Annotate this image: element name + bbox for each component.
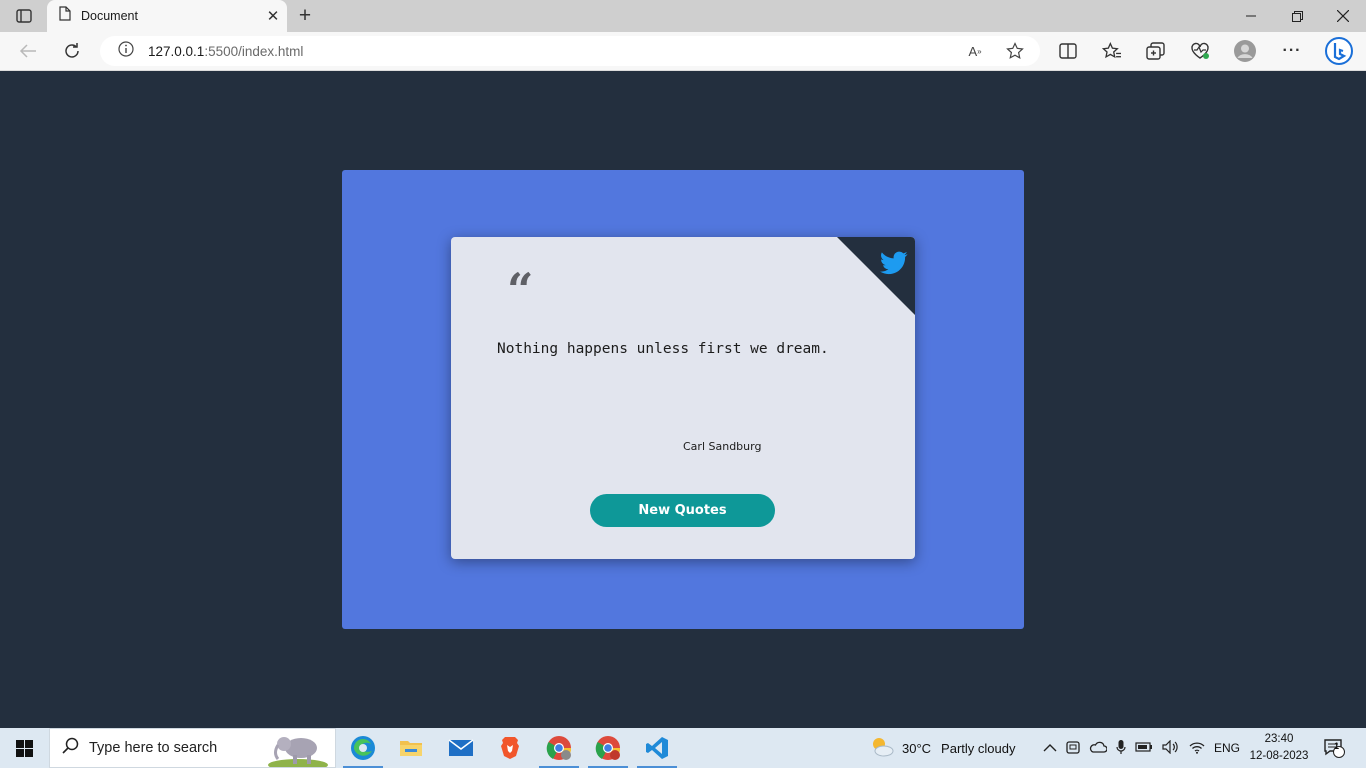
url-text: 127.0.0.1:5500/index.html [148, 43, 304, 59]
chevron-up-icon[interactable] [1043, 741, 1057, 756]
tab-bar: Document ✕ + [0, 0, 1366, 32]
browser-tab[interactable]: Document ✕ [47, 0, 287, 32]
taskbar-clock[interactable]: 23:40 12-08-2023 [1248, 731, 1310, 765]
close-icon[interactable]: ✕ [259, 2, 287, 30]
clock-time: 23:40 [1264, 733, 1294, 745]
twitter-icon[interactable] [880, 251, 908, 275]
battery-icon[interactable] [1135, 741, 1153, 756]
quote-container: “ Nothing happens unless first we dream.… [342, 170, 1024, 629]
tab-title: Document [81, 9, 138, 23]
bing-icon[interactable] [1322, 37, 1356, 65]
notification-center-icon[interactable]: 1 [1322, 728, 1346, 768]
meet-now-icon[interactable] [1066, 739, 1080, 758]
quote-mark-icon: “ [507, 263, 534, 317]
minimize-icon[interactable] [1228, 0, 1274, 32]
more-icon[interactable]: ··· [1277, 37, 1307, 65]
favorite-star-icon[interactable] [1004, 40, 1026, 62]
chrome-profile-icon[interactable] [584, 728, 632, 768]
notification-count: 1 [1334, 741, 1340, 751]
read-aloud-icon[interactable]: A» [964, 40, 986, 62]
onedrive-icon[interactable] [1089, 741, 1108, 756]
restore-icon[interactable] [1274, 0, 1320, 32]
quote-card: “ Nothing happens unless first we dream.… [451, 237, 915, 559]
info-icon[interactable] [118, 40, 134, 62]
windows-start-icon[interactable] [0, 728, 48, 768]
weather-description: Partly cloudy [941, 740, 1016, 756]
quote-text: Nothing happens unless first we dream. [497, 341, 829, 357]
search-placeholder: Type here to search [89, 740, 218, 756]
split-screen-icon[interactable] [1053, 37, 1083, 65]
refresh-icon[interactable] [57, 37, 87, 65]
windows-taskbar: Type here to search 30°C Partly cloudy E… [0, 728, 1366, 768]
weather-temperature: 30°C [902, 740, 932, 756]
browser-toolbar: 127.0.0.1:5500/index.html A» ··· [0, 32, 1366, 71]
performance-icon[interactable] [1185, 37, 1215, 65]
file-explorer-icon[interactable] [387, 728, 435, 768]
taskbar-search-box[interactable]: Type here to search [49, 728, 336, 768]
vscode-icon[interactable] [633, 728, 681, 768]
card-corner-fold [837, 237, 915, 315]
brave-icon[interactable] [486, 728, 534, 768]
quote-author: Carl Sandburg [683, 440, 762, 453]
back-icon[interactable] [13, 37, 43, 65]
collections-icon[interactable] [1141, 37, 1171, 65]
mail-icon[interactable] [437, 728, 485, 768]
close-window-icon[interactable] [1320, 0, 1366, 32]
volume-icon[interactable] [1162, 739, 1180, 757]
system-tray: ENG [1043, 728, 1240, 768]
search-icon [62, 737, 79, 759]
wifi-icon[interactable] [1189, 740, 1205, 757]
tab-actions-icon[interactable] [6, 4, 42, 28]
profile-icon[interactable] [1230, 37, 1260, 65]
elephant-search-highlight-icon [267, 731, 329, 768]
document-icon [59, 6, 71, 26]
weather-widget[interactable]: 30°C Partly cloudy [870, 728, 1015, 768]
chrome-icon[interactable] [535, 728, 583, 768]
partly-cloudy-icon [870, 736, 894, 761]
favorites-icon[interactable] [1097, 37, 1127, 65]
page-body: “ Nothing happens unless first we dream.… [0, 71, 1366, 727]
clock-date: 12-08-2023 [1249, 750, 1309, 762]
microphone-icon[interactable] [1116, 739, 1126, 758]
new-tab-icon[interactable]: + [292, 4, 318, 28]
language-indicator[interactable]: ENG [1214, 741, 1240, 755]
address-bar[interactable]: 127.0.0.1:5500/index.html A» [100, 36, 1040, 66]
new-quote-button[interactable]: New Quotes [590, 494, 775, 527]
edge-icon[interactable] [339, 728, 387, 768]
